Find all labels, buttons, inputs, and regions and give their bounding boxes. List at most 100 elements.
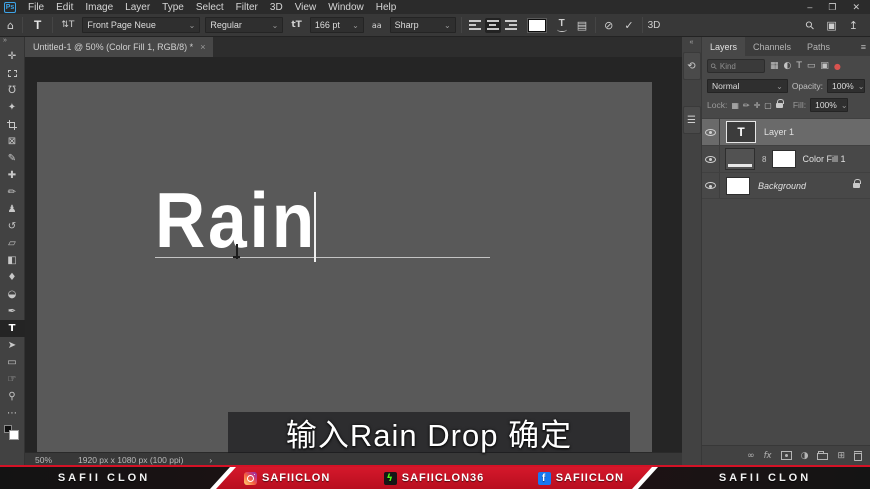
add-mask-icon[interactable] <box>781 451 792 460</box>
align-center-button[interactable] <box>485 18 501 33</box>
brush-tool[interactable]: ✏ <box>0 184 25 201</box>
move-tool[interactable]: ✛ <box>0 48 25 65</box>
layer-name[interactable]: Color Fill 1 <box>802 154 845 164</box>
align-left-button[interactable] <box>467 18 483 33</box>
menu-3d[interactable]: 3D <box>264 2 289 13</box>
lock-transparent-icon[interactable]: ▦ <box>731 101 739 110</box>
align-right-button[interactable] <box>503 18 519 33</box>
new-layer-icon[interactable]: ⊞ <box>837 451 845 461</box>
gradient-tool[interactable]: ◧ <box>0 252 25 269</box>
menu-file[interactable]: File <box>22 2 50 13</box>
background-layer-thumbnail[interactable] <box>726 177 750 195</box>
eyedropper-tool[interactable]: ✎ <box>0 150 25 167</box>
layer-mask-thumbnail[interactable] <box>772 150 796 168</box>
menu-filter[interactable]: Filter <box>230 2 264 13</box>
filter-shape-icon[interactable]: ▭ <box>807 61 816 71</box>
visibility-toggle[interactable] <box>702 173 720 198</box>
rectangle-tool[interactable]: ▭ <box>0 354 25 371</box>
quick-selection-tool[interactable]: ✦ <box>0 99 25 116</box>
tab-layers[interactable]: Layers <box>702 37 745 56</box>
menu-type[interactable]: Type <box>156 2 190 13</box>
lock-artboard-icon[interactable]: ▢ <box>764 101 772 110</box>
blend-mode-dropdown[interactable]: Normal ⌄ <box>707 79 788 93</box>
dodge-tool[interactable]: ◒ <box>0 286 25 303</box>
tab-paths[interactable]: Paths <box>799 37 838 56</box>
anti-alias-dropdown[interactable]: Sharp ⌄ <box>390 17 456 33</box>
layer-row-text[interactable]: T Layer 1 <box>702 118 870 145</box>
visibility-toggle[interactable] <box>702 119 720 145</box>
lasso-tool[interactable]: ℧ <box>0 82 25 99</box>
filter-type-icon[interactable]: T <box>796 61 802 71</box>
search-icon[interactable]: ⚲ <box>803 18 818 33</box>
layer-name[interactable]: Layer 1 <box>764 127 794 137</box>
layer-row-background[interactable]: Background <box>702 172 870 199</box>
layer-style-icon[interactable]: fx <box>764 451 772 461</box>
hand-tool[interactable]: ☞ <box>0 371 25 388</box>
filter-kind-search[interactable]: ⚲ Kind <box>707 59 765 73</box>
toolbar-expand-icon[interactable]: » <box>0 37 24 48</box>
tab-channels[interactable]: Channels <box>745 37 799 56</box>
menu-layer[interactable]: Layer <box>119 2 156 13</box>
expand-panels-icon[interactable]: « <box>682 39 701 46</box>
menu-edit[interactable]: Edit <box>50 2 79 13</box>
toggle-panels-icon[interactable]: ▤ <box>574 19 590 32</box>
filter-image-icon[interactable]: ▦ <box>770 61 779 71</box>
history-panel-button[interactable]: ⟲ <box>683 52 701 80</box>
menu-image[interactable]: Image <box>79 2 119 13</box>
history-brush-tool[interactable]: ↺ <box>0 218 25 235</box>
type-tool[interactable]: T <box>0 320 25 337</box>
text-color-swatch[interactable] <box>528 19 546 32</box>
frame-tool[interactable]: ⊠ <box>0 133 25 150</box>
color-swatches[interactable] <box>3 425 21 443</box>
layer-row-color-fill[interactable]: 8 Color Fill 1 <box>702 145 870 172</box>
properties-panel-button[interactable]: ☰ <box>683 106 701 134</box>
status-chevron-icon[interactable]: › <box>209 455 212 465</box>
warp-text-icon[interactable]: T <box>555 18 569 32</box>
lock-pixels-icon[interactable]: ✏ <box>743 101 750 110</box>
lock-position-icon[interactable]: ✛ <box>754 101 761 110</box>
foreground-color-swatch[interactable] <box>9 430 19 440</box>
zoom-tool[interactable]: ⚲ <box>0 388 25 405</box>
lock-all-icon[interactable] <box>776 103 783 108</box>
cancel-edits-icon[interactable]: ⊘ <box>601 19 616 32</box>
text-orientation-icon[interactable]: ⇅T <box>58 20 77 30</box>
menu-select[interactable]: Select <box>190 2 230 13</box>
pen-tool[interactable]: ✒ <box>0 303 25 320</box>
blur-tool[interactable]: ♦ <box>0 269 25 286</box>
visibility-toggle[interactable] <box>702 146 720 172</box>
edit-toolbar-button[interactable]: ⋯ <box>0 405 25 422</box>
fill-dropdown[interactable]: 100% ⌄ <box>810 98 848 112</box>
opacity-dropdown[interactable]: 100% ⌄ <box>827 79 865 93</box>
tab-close-icon[interactable]: × <box>200 42 205 52</box>
restore-button[interactable]: ❐ <box>828 2 836 13</box>
filter-adjustment-icon[interactable]: ◐ <box>784 61 792 71</box>
document-tab[interactable]: Untitled-1 @ 50% (Color Fill 1, RGB/8) *… <box>25 37 213 57</box>
text-layer-thumbnail[interactable]: T <box>726 121 756 143</box>
home-icon[interactable]: ⌂ <box>4 19 17 32</box>
minimize-button[interactable]: – <box>807 2 812 12</box>
workspace-icon[interactable]: ▣ <box>826 19 836 32</box>
eraser-tool[interactable]: ▱ <box>0 235 25 252</box>
panel-menu-icon[interactable]: ≡ <box>861 42 866 52</box>
delete-layer-icon[interactable] <box>854 451 862 461</box>
zoom-level[interactable]: 50% <box>35 455 52 465</box>
menu-help[interactable]: Help <box>370 2 403 13</box>
3d-mode-label[interactable]: 3D <box>648 20 661 31</box>
menu-view[interactable]: View <box>289 2 323 13</box>
link-layers-icon[interactable]: ∞ <box>747 451 755 461</box>
fill-layer-thumbnail[interactable] <box>725 148 755 170</box>
path-selection-tool[interactable]: ➤ <box>0 337 25 354</box>
clone-stamp-tool[interactable]: ♟ <box>0 201 25 218</box>
new-group-icon[interactable] <box>817 453 828 460</box>
canvas[interactable]: Rain <box>37 82 652 452</box>
filter-toggle-icon[interactable]: ● <box>834 62 841 71</box>
filter-smart-object-icon[interactable]: ▣ <box>820 61 829 71</box>
healing-brush-tool[interactable]: ✚ <box>0 167 25 184</box>
font-family-dropdown[interactable]: Front Page Neue ⌄ <box>82 17 200 33</box>
marquee-tool[interactable] <box>0 65 25 82</box>
font-size-dropdown[interactable]: 166 pt ⌄ <box>310 17 364 33</box>
crop-tool[interactable] <box>0 116 25 133</box>
adjustment-layer-icon[interactable]: ◑ <box>801 451 809 461</box>
menu-window[interactable]: Window <box>322 2 370 13</box>
layer-name[interactable]: Background <box>758 181 806 191</box>
